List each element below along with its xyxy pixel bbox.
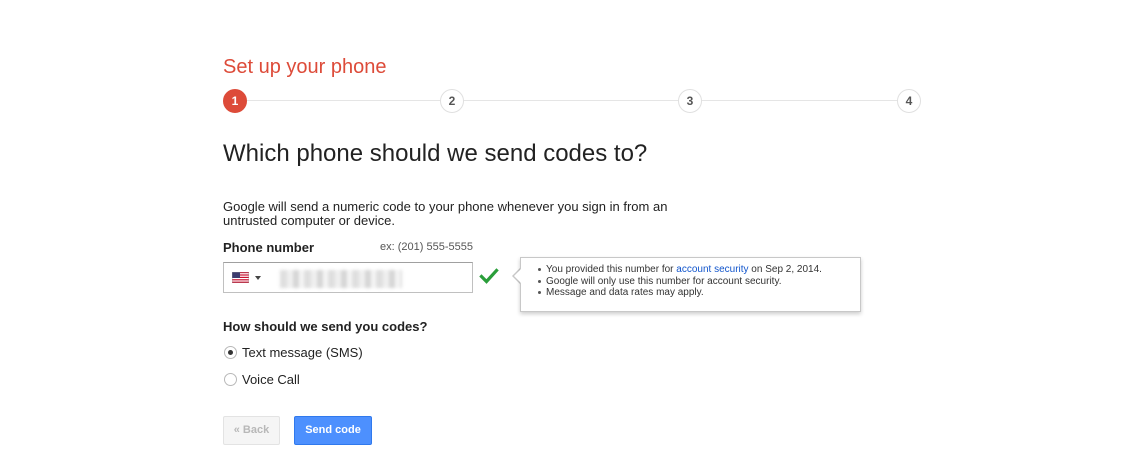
sms-option-label[interactable]: Text message (SMS) xyxy=(242,345,363,360)
delivery-method-label: How should we send you codes? xyxy=(223,319,428,334)
step-1: 1 xyxy=(223,89,247,113)
step-4: 4 xyxy=(897,89,921,113)
description-text: Google will send a numeric code to your … xyxy=(223,199,668,228)
tooltip-item-rates: Message and data rates may apply. xyxy=(538,287,848,299)
phone-number-field xyxy=(223,262,473,293)
back-button[interactable]: « Back xyxy=(223,416,280,445)
voice-radio[interactable] xyxy=(224,372,237,386)
tooltip-item-date: on Sep 2, 2014. xyxy=(748,264,822,275)
progress-stepper: 1 2 3 4 xyxy=(223,89,923,113)
phone-info-tooltip: You provided this number for account sec… xyxy=(520,257,861,312)
send-code-button[interactable]: Send code xyxy=(294,416,372,445)
country-code-select[interactable] xyxy=(232,271,264,285)
check-icon xyxy=(479,268,499,284)
page-title: Set up your phone xyxy=(223,56,387,78)
voice-option-label[interactable]: Voice Call xyxy=(242,372,300,387)
step-3: 3 xyxy=(678,89,702,113)
tooltip-item-security: You provided this number for account sec… xyxy=(538,264,848,276)
radio-option-voice[interactable]: Voice Call xyxy=(223,370,300,388)
step-2: 2 xyxy=(440,89,464,113)
chevron-down-icon xyxy=(255,276,261,280)
phone-example-hint: ex: (201) 555-5555 xyxy=(380,241,473,253)
tooltip-item-usage: Google will only use this number for acc… xyxy=(538,276,848,288)
us-flag-icon xyxy=(232,272,249,283)
main-heading: Which phone should we send codes to? xyxy=(223,140,648,167)
account-security-link[interactable]: account security xyxy=(676,264,748,275)
radio-option-sms[interactable]: Text message (SMS) xyxy=(223,343,363,361)
phone-number-label: Phone number xyxy=(223,240,315,255)
tooltip-list: You provided this number for account sec… xyxy=(537,264,848,299)
tooltip-arrow-fill xyxy=(514,269,521,283)
phone-number-input[interactable] xyxy=(272,269,462,287)
stepper-line xyxy=(235,100,911,101)
sms-radio[interactable] xyxy=(224,345,237,359)
tooltip-item-text: You provided this number for xyxy=(546,264,677,275)
